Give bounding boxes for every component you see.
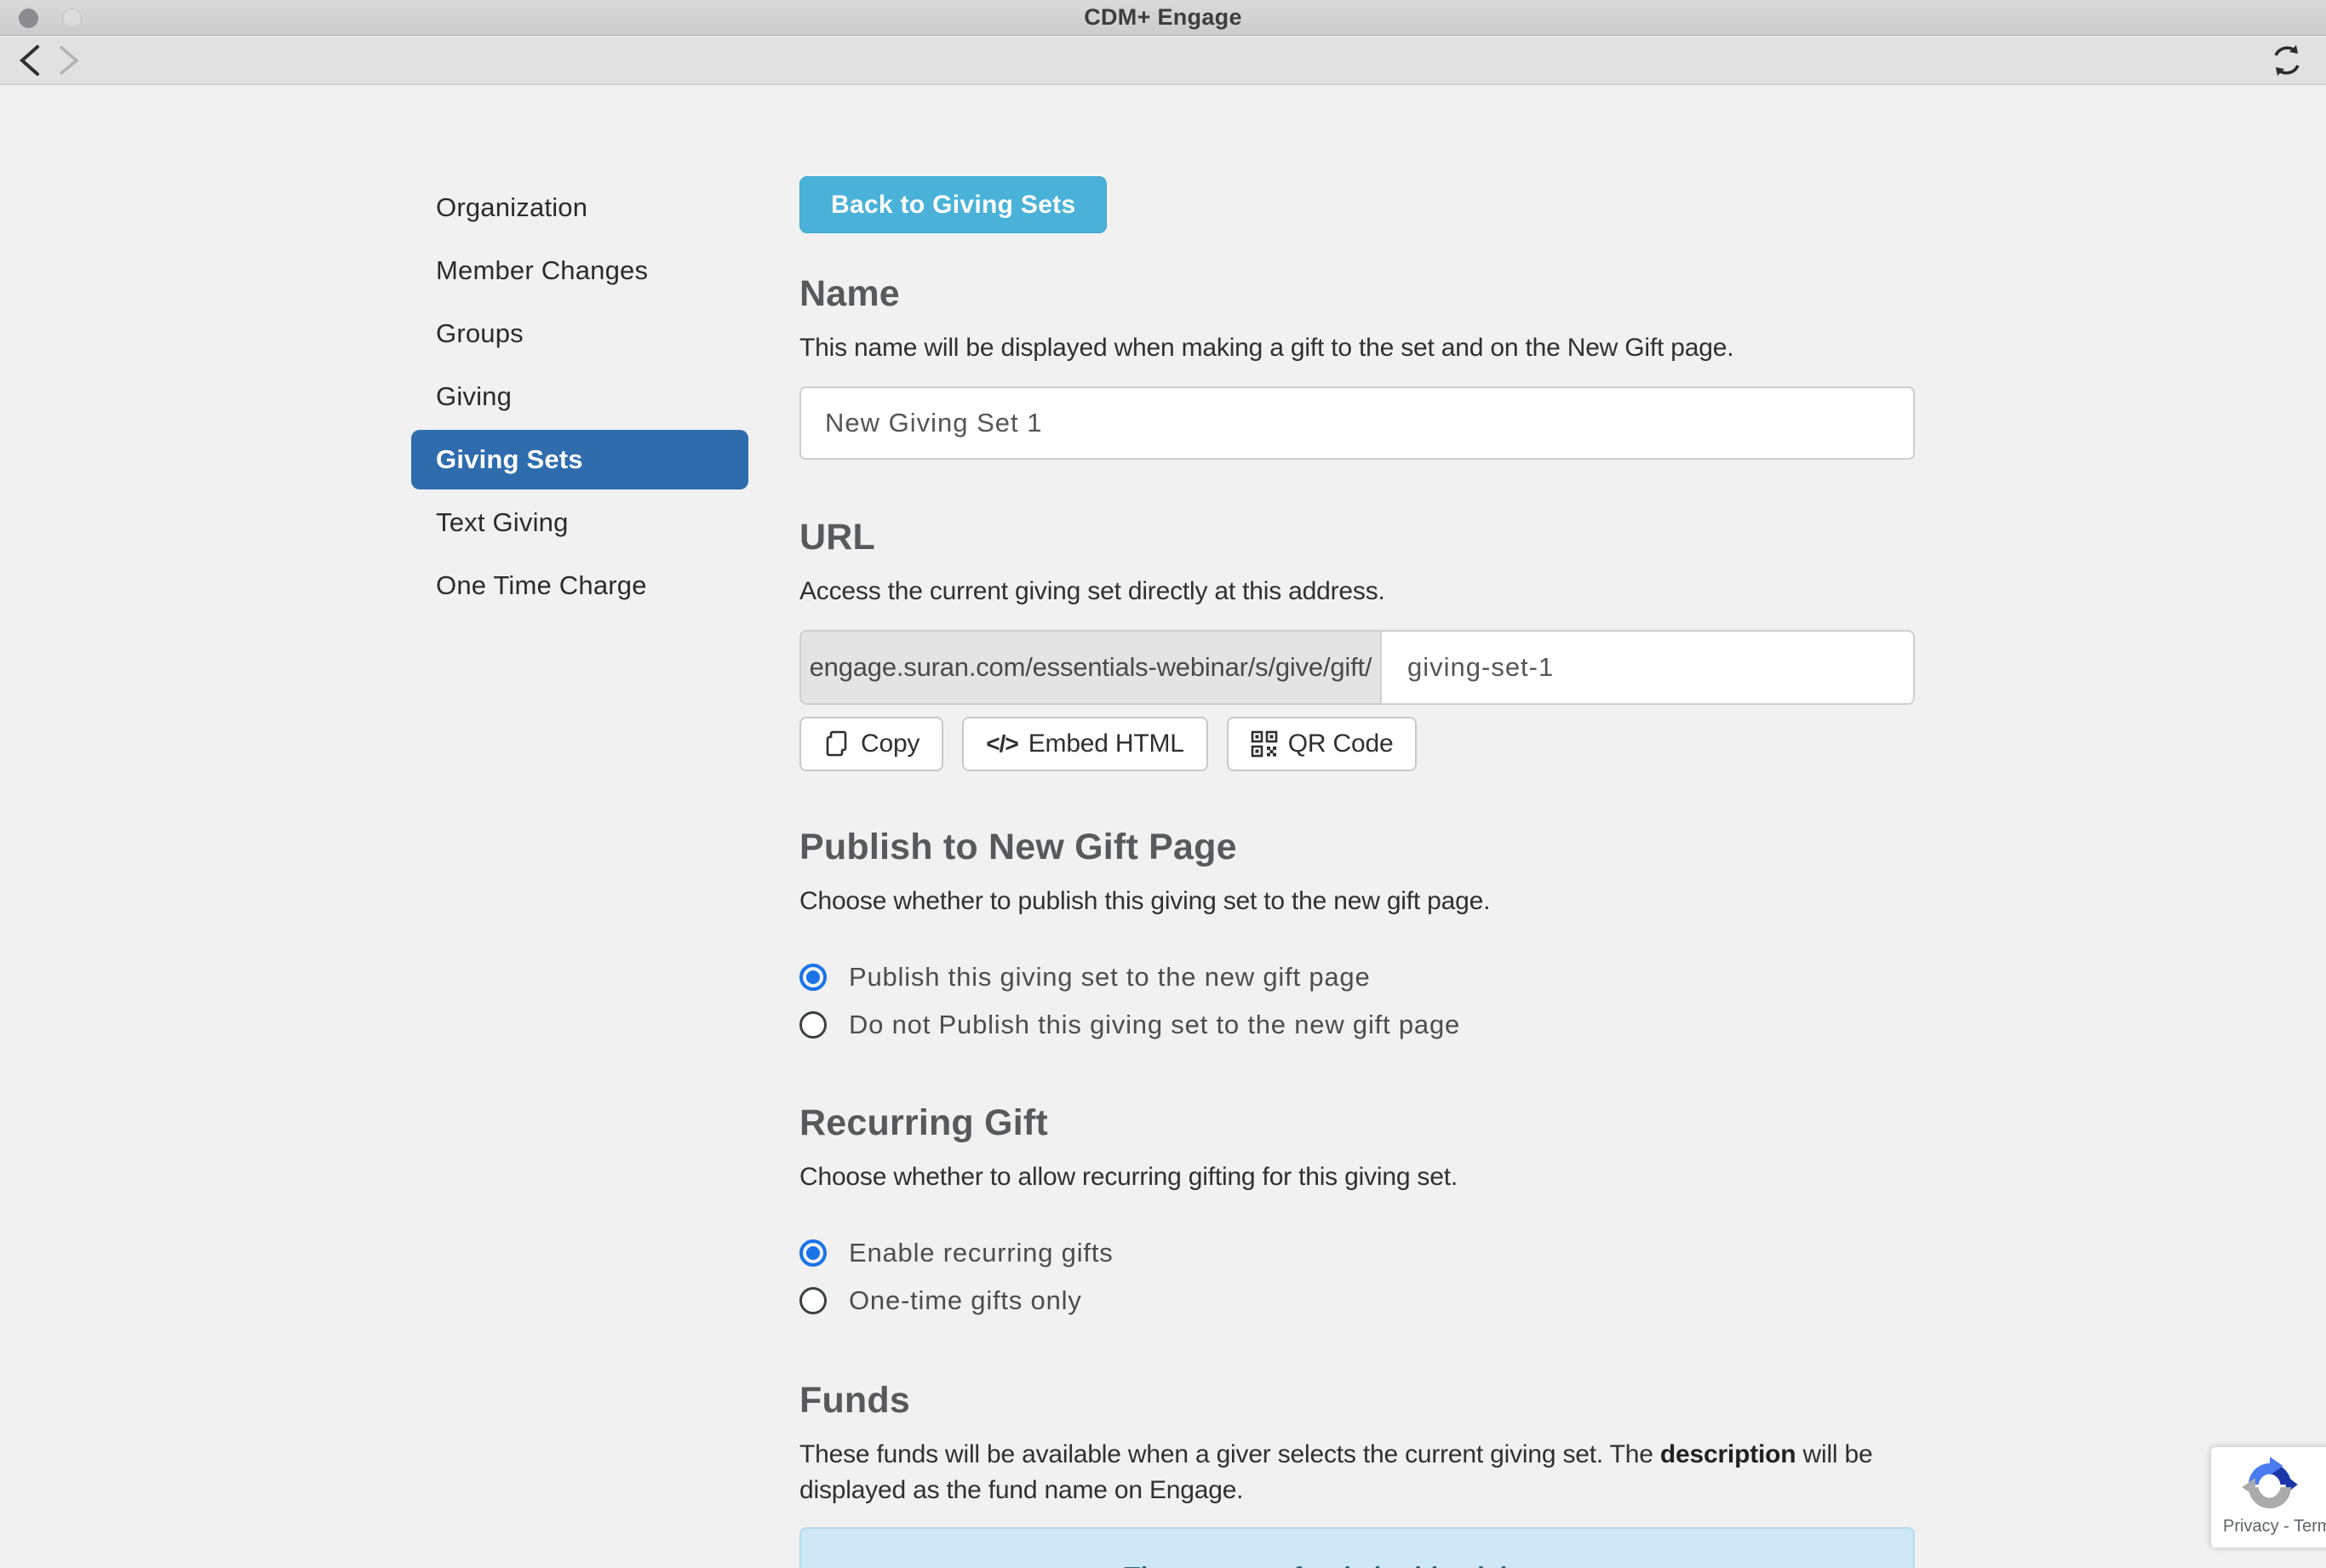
recaptcha-badge: Privacy - Terms xyxy=(2211,1447,2326,1548)
sidebar-item-label: Text Giving xyxy=(436,507,569,538)
radio-dot xyxy=(806,970,820,984)
recurring-section-heading: Recurring Gift xyxy=(799,1102,1915,1144)
sidebar-item-label: One Time Charge xyxy=(436,570,647,601)
copy-button-label: Copy xyxy=(861,730,920,758)
recurring-section-description: Choose whether to allow recurring giftin… xyxy=(799,1159,1915,1195)
radio-dot xyxy=(806,1246,820,1260)
sidebar-item-one-time-charge[interactable]: One Time Charge xyxy=(411,554,748,617)
name-section-heading: Name xyxy=(799,272,1915,315)
funds-description-bold: description xyxy=(1660,1440,1796,1468)
qr-code-button[interactable]: QR Code xyxy=(1227,717,1418,771)
window-close-button[interactable] xyxy=(19,9,38,28)
settings-sidebar: Organization Member Changes Groups Givin… xyxy=(411,176,748,617)
sidebar-item-label: Organization xyxy=(436,192,587,223)
code-brackets-icon: </> xyxy=(986,730,1017,758)
radio-selected-icon[interactable] xyxy=(799,964,827,991)
radio-unselected-icon[interactable] xyxy=(799,1011,827,1039)
url-field-group: engage.suran.com/essentials-webinar/s/gi… xyxy=(799,630,1915,705)
url-section-heading: URL xyxy=(799,516,1915,558)
recurring-radio-group: Enable recurring gifts One-time gifts on… xyxy=(799,1229,1915,1325)
recaptcha-logo-icon xyxy=(2237,1454,2303,1515)
funds-section-heading: Funds xyxy=(799,1379,1915,1422)
refresh-icon[interactable] xyxy=(2263,41,2311,80)
giving-set-name-input[interactable] xyxy=(799,386,1915,460)
publish-section-description: Choose whether to publish this giving se… xyxy=(799,884,1915,919)
funds-empty-notice: There are no funds in this giving set. xyxy=(799,1527,1915,1568)
funds-empty-message: There are no funds in this giving set. xyxy=(1122,1561,1592,1568)
back-to-giving-sets-button[interactable]: Back to Giving Sets xyxy=(799,176,1107,233)
recaptcha-privacy-terms-link[interactable]: Privacy - Terms xyxy=(2223,1517,2326,1537)
window-title: CDM+ Engage xyxy=(1084,4,1242,31)
giving-set-editor: Back to Giving Sets Name This name will … xyxy=(799,176,1915,1568)
sidebar-item-groups[interactable]: Groups xyxy=(411,302,748,365)
toolbar xyxy=(0,37,2326,85)
radio-selected-icon[interactable] xyxy=(799,1239,827,1267)
publish-radio-group: Publish this giving set to the new gift … xyxy=(799,953,1915,1049)
qr-code-icon xyxy=(1251,730,1278,758)
url-section-description: Access the current giving set directly a… xyxy=(799,574,1915,609)
window-minimize-button[interactable] xyxy=(62,9,82,28)
radio-label: Do not Publish this giving set to the ne… xyxy=(849,1010,1460,1040)
funds-description-text: These funds will be available when a giv… xyxy=(799,1440,1660,1468)
publish-section-heading: Publish to New Gift Page xyxy=(799,826,1915,868)
url-prefix: engage.suran.com/essentials-webinar/s/gi… xyxy=(799,630,1382,705)
sidebar-item-text-giving[interactable]: Text Giving xyxy=(411,491,748,554)
window-controls xyxy=(19,0,82,36)
back-arrow-icon[interactable] xyxy=(10,41,49,80)
recurring-option-one-time[interactable]: One-time gifts only xyxy=(799,1277,1915,1325)
sidebar-item-giving[interactable]: Giving xyxy=(411,365,748,428)
url-slug-input[interactable] xyxy=(1380,630,1915,705)
sidebar-item-member-changes[interactable]: Member Changes xyxy=(411,239,748,302)
sidebar-item-label: Giving Sets xyxy=(436,444,583,475)
radio-label: Publish this giving set to the new gift … xyxy=(849,962,1371,993)
copy-icon xyxy=(823,730,851,758)
forward-arrow-icon[interactable] xyxy=(49,41,89,80)
sidebar-item-giving-sets[interactable]: Giving Sets xyxy=(411,430,748,489)
sidebar-item-label: Giving xyxy=(436,381,512,412)
copy-url-button[interactable]: Copy xyxy=(799,717,943,771)
publish-option-yes[interactable]: Publish this giving set to the new gift … xyxy=(799,953,1915,1001)
sidebar-item-label: Groups xyxy=(436,318,524,349)
embed-html-button[interactable]: </> Embed HTML xyxy=(962,717,1208,771)
radio-unselected-icon[interactable] xyxy=(799,1287,827,1314)
url-actions: Copy </> Embed HTML xyxy=(799,717,1915,771)
radio-label: Enable recurring gifts xyxy=(849,1238,1114,1268)
radio-label: One-time gifts only xyxy=(849,1285,1082,1316)
embed-button-label: Embed HTML xyxy=(1028,730,1184,758)
recurring-option-enable[interactable]: Enable recurring gifts xyxy=(799,1229,1915,1277)
funds-section-description: These funds will be available when a giv… xyxy=(799,1437,1915,1508)
window-titlebar: CDM+ Engage xyxy=(0,0,2326,36)
name-section-description: This name will be displayed when making … xyxy=(799,330,1915,366)
sidebar-item-organization[interactable]: Organization xyxy=(411,176,748,239)
publish-option-no[interactable]: Do not Publish this giving set to the ne… xyxy=(799,1001,1915,1049)
sidebar-item-label: Member Changes xyxy=(436,255,648,286)
qr-button-label: QR Code xyxy=(1288,730,1394,758)
